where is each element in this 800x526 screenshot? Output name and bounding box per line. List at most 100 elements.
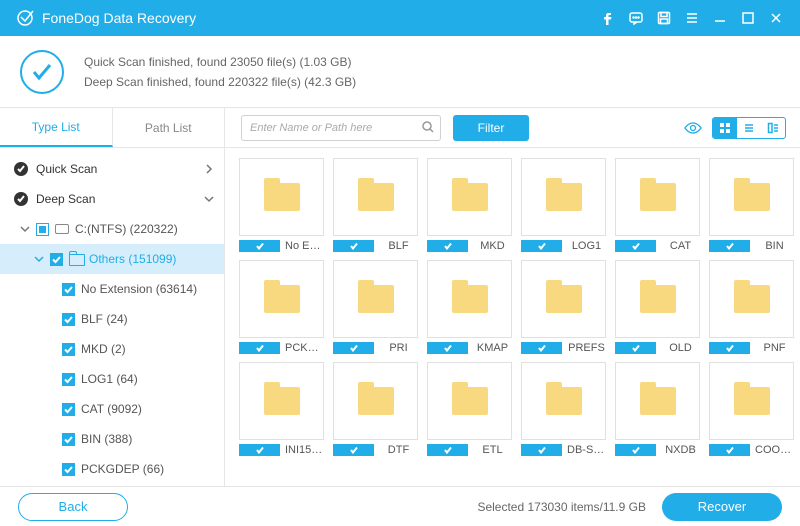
folder-thumbnail bbox=[427, 158, 512, 236]
checkbox-partial[interactable] bbox=[36, 223, 49, 236]
checkbox-checked[interactable] bbox=[62, 343, 75, 356]
grid-cell[interactable]: INI1565052569 bbox=[239, 362, 324, 456]
view-list-button[interactable] bbox=[737, 118, 761, 138]
checkbox-checked[interactable] bbox=[333, 444, 374, 456]
grid-item-label: MKD bbox=[473, 240, 512, 252]
checkbox-checked[interactable] bbox=[427, 444, 468, 456]
view-grid-button[interactable] bbox=[713, 118, 737, 138]
checkbox-checked[interactable] bbox=[427, 342, 468, 354]
tab-type-list[interactable]: Type List bbox=[0, 108, 113, 147]
checkbox-checked[interactable] bbox=[709, 342, 750, 354]
grid-cell[interactable]: No Extension bbox=[239, 158, 324, 252]
footer: Back Selected 173030 items/11.9 GB Recov… bbox=[0, 486, 800, 526]
checkbox-checked[interactable] bbox=[615, 342, 656, 354]
grid-cell[interactable]: MKD bbox=[427, 158, 512, 252]
share-facebook-icon[interactable] bbox=[594, 0, 622, 36]
back-button[interactable]: Back bbox=[18, 493, 128, 521]
checkbox-checked[interactable] bbox=[50, 253, 63, 266]
grid-cell[interactable]: COOKIE bbox=[709, 362, 794, 456]
sidebar-item-label: BLF (24) bbox=[81, 312, 128, 326]
checkbox-checked[interactable] bbox=[521, 240, 562, 252]
sidebar-item[interactable]: PCKGDEP (66) bbox=[0, 454, 224, 484]
checkbox-checked[interactable] bbox=[333, 342, 374, 354]
grid-cell[interactable]: PNF bbox=[709, 260, 794, 354]
sidebar-tabs: Type List Path List bbox=[0, 108, 225, 147]
checkbox-checked[interactable] bbox=[239, 240, 280, 252]
grid-cell[interactable]: OLD bbox=[615, 260, 700, 354]
checkbox-checked[interactable] bbox=[521, 342, 562, 354]
filter-button[interactable]: Filter bbox=[453, 115, 529, 141]
grid-cell[interactable]: DB-SHM bbox=[521, 362, 606, 456]
folder-icon bbox=[358, 387, 394, 415]
sidebar-item[interactable]: LOG1 (64) bbox=[0, 364, 224, 394]
checkbox-checked[interactable] bbox=[427, 240, 468, 252]
sidebar-item[interactable]: MKD (2) bbox=[0, 334, 224, 364]
sidebar-item[interactable]: BLF (24) bbox=[0, 304, 224, 334]
search-input[interactable] bbox=[241, 115, 441, 141]
checkbox-checked[interactable] bbox=[239, 444, 280, 456]
grid-item-label: PRI bbox=[379, 342, 418, 354]
checkbox-checked[interactable] bbox=[521, 444, 562, 456]
grid-cell[interactable]: PREFS bbox=[521, 260, 606, 354]
grid-cell[interactable]: NXDB bbox=[615, 362, 700, 456]
grid-cell[interactable]: LOG1 bbox=[521, 158, 606, 252]
sidebar-item-label: PCKGDEP (66) bbox=[81, 462, 164, 476]
checkbox-checked[interactable] bbox=[62, 313, 75, 326]
sidebar-item-others[interactable]: Others (151099) bbox=[0, 244, 224, 274]
grid-cell[interactable]: PRI bbox=[333, 260, 418, 354]
folder-thumbnail bbox=[615, 260, 700, 338]
checkbox-checked[interactable] bbox=[62, 463, 75, 476]
grid-cell[interactable]: DTF bbox=[333, 362, 418, 456]
folder-icon bbox=[264, 387, 300, 415]
sidebar-item[interactable]: CAT (9092) bbox=[0, 394, 224, 424]
recover-button[interactable]: Recover bbox=[662, 493, 782, 521]
feedback-icon[interactable] bbox=[622, 0, 650, 36]
checkbox-checked[interactable] bbox=[615, 444, 656, 456]
menu-icon[interactable] bbox=[678, 0, 706, 36]
grid-cell[interactable]: BIN bbox=[709, 158, 794, 252]
grid-cell[interactable]: BLF bbox=[333, 158, 418, 252]
checkbox-checked[interactable] bbox=[709, 444, 750, 456]
checkbox-checked[interactable] bbox=[62, 433, 75, 446]
checkbox-checked[interactable] bbox=[62, 403, 75, 416]
folder-thumbnail bbox=[427, 362, 512, 440]
grid-item-label: LOG1 bbox=[567, 240, 606, 252]
preview-icon[interactable] bbox=[682, 117, 704, 139]
checkbox-checked[interactable] bbox=[239, 342, 280, 354]
checkbox-checked[interactable] bbox=[62, 283, 75, 296]
app-logo-icon bbox=[16, 9, 34, 27]
folder-thumbnail bbox=[615, 362, 700, 440]
folder-icon bbox=[734, 285, 770, 313]
grid-cell[interactable]: KMAP bbox=[427, 260, 512, 354]
sidebar-item-drive[interactable]: C:(NTFS) (220322) bbox=[0, 214, 224, 244]
grid-item-label: DTF bbox=[379, 444, 418, 456]
checkbox-checked[interactable] bbox=[333, 240, 374, 252]
selection-info: Selected 173030 items/11.9 GB bbox=[477, 500, 646, 514]
view-detail-button[interactable] bbox=[761, 118, 785, 138]
close-icon[interactable] bbox=[762, 0, 790, 36]
minimize-icon[interactable] bbox=[706, 0, 734, 36]
save-icon[interactable] bbox=[650, 0, 678, 36]
sidebar-item-deep-scan[interactable]: Deep Scan bbox=[0, 184, 224, 214]
folder-icon bbox=[546, 183, 582, 211]
tab-path-list[interactable]: Path List bbox=[113, 108, 226, 147]
search-wrap bbox=[241, 115, 441, 141]
grid-item-label: PNF bbox=[755, 342, 794, 354]
checkbox-checked[interactable] bbox=[615, 240, 656, 252]
bullet-icon bbox=[14, 192, 28, 206]
folder-thumbnail bbox=[239, 260, 324, 338]
folder-icon bbox=[734, 183, 770, 211]
checkbox-checked[interactable] bbox=[709, 240, 750, 252]
folder-icon bbox=[264, 183, 300, 211]
search-icon[interactable] bbox=[421, 120, 435, 137]
grid-cell[interactable]: PCKGDEP bbox=[239, 260, 324, 354]
sidebar-item-label: MKD (2) bbox=[81, 342, 126, 356]
grid-cell[interactable]: ETL bbox=[427, 362, 512, 456]
checkbox-checked[interactable] bbox=[62, 373, 75, 386]
sidebar-item[interactable]: No Extension (63614) bbox=[0, 274, 224, 304]
chevron-down-icon bbox=[20, 224, 32, 234]
grid-cell[interactable]: CAT bbox=[615, 158, 700, 252]
sidebar-item-quick-scan[interactable]: Quick Scan bbox=[0, 154, 224, 184]
maximize-icon[interactable] bbox=[734, 0, 762, 36]
sidebar-item[interactable]: BIN (388) bbox=[0, 424, 224, 454]
